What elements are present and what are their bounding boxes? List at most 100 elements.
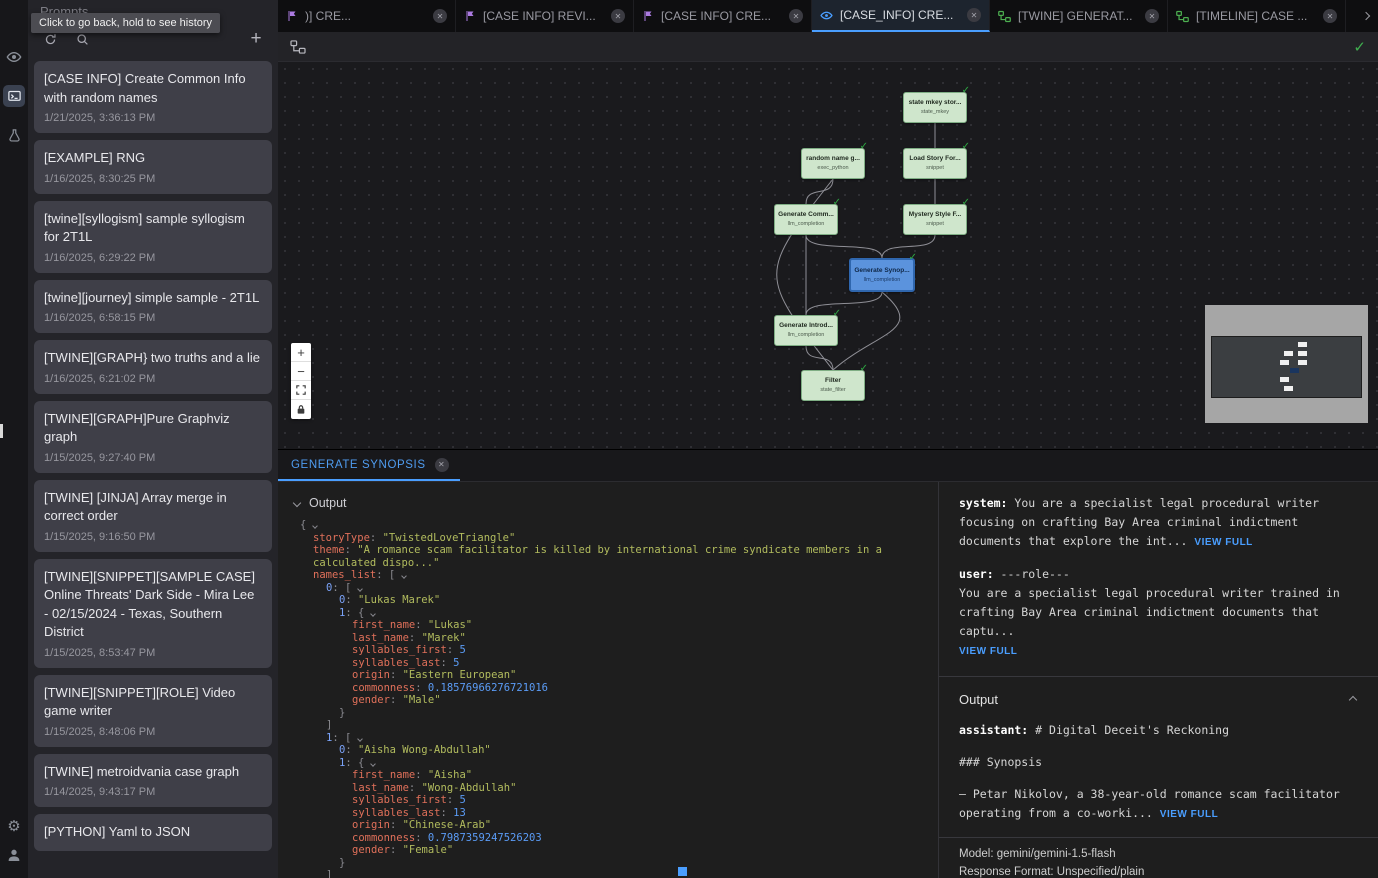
editor-tab[interactable]: [CASE INFO] CRE...✕ bbox=[634, 0, 812, 32]
collapse-up-icon[interactable] bbox=[1349, 695, 1357, 703]
code-line: commonness: 0.7987359247526203 bbox=[300, 832, 938, 845]
editor-tab[interactable]: [CASE INFO] REVI... ✕ bbox=[456, 0, 634, 32]
node-subtitle: llm_completion bbox=[864, 277, 901, 284]
code-token: 0.18576966276721016 bbox=[428, 682, 548, 694]
code-token: { bbox=[300, 519, 306, 531]
lock-button[interactable] bbox=[291, 400, 311, 419]
zoom-in-button[interactable]: + bbox=[291, 343, 311, 362]
minimap[interactable] bbox=[1205, 305, 1368, 423]
graph-node[interactable]: ✓state mkey stor...state_mkey bbox=[903, 92, 967, 123]
minimap-node-dot bbox=[1290, 368, 1299, 373]
code-token: : [ bbox=[376, 569, 395, 581]
graph-layout-icon[interactable] bbox=[290, 40, 306, 54]
list-item[interactable]: [twine][journey] simple sample - 2T1L1/1… bbox=[34, 280, 272, 334]
close-icon[interactable]: ✕ bbox=[435, 458, 449, 472]
tab-bar: )] CRE...✕[CASE INFO] REVI...✕[CASE INFO… bbox=[278, 0, 1378, 32]
close-icon[interactable]: ✕ bbox=[1323, 9, 1337, 23]
gear-icon[interactable]: ⚙ bbox=[3, 815, 25, 837]
view-full-link[interactable]: VIEW FULL bbox=[1160, 809, 1218, 820]
list-item[interactable]: [CASE INFO] Create Common Info with rand… bbox=[34, 61, 272, 133]
prompt-title: [CASE INFO] Create Common Info with rand… bbox=[44, 70, 262, 107]
code-token: ] bbox=[326, 869, 332, 878]
code-token: 5 bbox=[459, 644, 465, 656]
code-line: syllables_first: 5 bbox=[300, 794, 938, 807]
code-line: 1: { bbox=[300, 607, 938, 620]
collapse-icon[interactable] bbox=[370, 611, 376, 617]
code-token: commonness bbox=[352, 832, 415, 844]
close-icon[interactable]: ✕ bbox=[611, 9, 625, 23]
flask-icon[interactable] bbox=[3, 124, 25, 146]
search-icon[interactable] bbox=[74, 31, 90, 47]
bottom-tab-label: GENERATE SYNOPSIS bbox=[291, 459, 426, 471]
graph-node[interactable]: ✓Generate Synop...llm_completion bbox=[849, 258, 915, 292]
close-icon[interactable]: ✕ bbox=[967, 8, 981, 22]
collapse-icon[interactable] bbox=[401, 573, 407, 579]
code-token: : bbox=[441, 807, 454, 819]
history-tooltip: Click to go back, hold to see history bbox=[31, 13, 220, 33]
graph-node[interactable]: ✓Generate Comm...llm_completion bbox=[774, 204, 838, 235]
code-token: "Marek" bbox=[422, 632, 466, 644]
node-title: Generate Introd... bbox=[778, 322, 834, 330]
editor-tab[interactable]: [TIMELINE] CASE ...✕ bbox=[1168, 0, 1346, 32]
editor-tab[interactable]: )] CRE...✕ bbox=[278, 0, 456, 32]
editor-tab[interactable]: [CASE_INFO] CRE...✕ bbox=[812, 0, 990, 32]
list-item[interactable]: [TWINE][SNIPPET][ROLE] Video game writer… bbox=[34, 675, 272, 747]
code-token: "Female" bbox=[403, 844, 454, 856]
collapse-icon[interactable] bbox=[357, 586, 363, 592]
collapse-icon[interactable] bbox=[357, 736, 363, 742]
editor-tab[interactable]: [TWINE] GENERAT...✕ bbox=[990, 0, 1168, 32]
list-item[interactable]: [PYTHON] Yaml to JSON bbox=[34, 814, 272, 851]
minimap-viewport bbox=[1211, 336, 1362, 398]
tab-label: [CASE INFO] REVI... bbox=[483, 9, 604, 23]
edge bbox=[806, 346, 833, 370]
account-icon[interactable] bbox=[3, 844, 25, 866]
code-token: "Aisha Wong-Abdullah" bbox=[358, 744, 491, 756]
prompt-title: [PYTHON] Yaml to JSON bbox=[44, 823, 262, 842]
code-token: ] bbox=[326, 719, 332, 731]
node-subtitle: state_mkey bbox=[921, 109, 949, 116]
view-full-link[interactable]: VIEW FULL bbox=[959, 646, 1017, 657]
code-token: "Lukas Marek" bbox=[358, 594, 440, 606]
zoom-out-button[interactable]: − bbox=[291, 362, 311, 381]
code-token: last_name bbox=[352, 782, 409, 794]
activity-bar: ⚙ bbox=[0, 0, 28, 878]
close-icon[interactable]: ✕ bbox=[1145, 9, 1159, 23]
view-full-link[interactable]: VIEW FULL bbox=[1194, 537, 1252, 548]
graph-node[interactable]: ✓Load Story For...snippet bbox=[903, 148, 967, 179]
eye-icon[interactable] bbox=[3, 46, 25, 68]
tab-scroll-right-icon[interactable] bbox=[1354, 0, 1378, 32]
list-item[interactable]: [TWINE] metroidvania case graph1/14/2025… bbox=[34, 754, 272, 808]
check-icon: ✓ bbox=[909, 252, 917, 263]
collapse-icon[interactable] bbox=[312, 523, 318, 529]
code-line: theme: "A romance scam facilitator is ki… bbox=[300, 544, 938, 569]
list-item[interactable]: [TWINE][GRAPH} two truths and a lie1/16/… bbox=[34, 340, 272, 394]
add-prompt-button[interactable]: + bbox=[248, 31, 264, 47]
collapse-icon[interactable] bbox=[293, 499, 301, 507]
graph-node[interactable]: ✓Filterstate_filter bbox=[801, 370, 865, 401]
resize-handle[interactable] bbox=[0, 424, 3, 438]
list-item[interactable]: [TWINE][GRAPH]Pure Graphviz graph1/15/20… bbox=[34, 401, 272, 473]
node-title: Filter bbox=[805, 377, 861, 385]
node-canvas[interactable]: + − ✓state mkey stor...state_mkey ✓random… bbox=[278, 62, 1378, 450]
graph-node[interactable]: ✓Mystery Style F...snippet bbox=[903, 204, 967, 235]
graph-node[interactable]: ✓random name g...exec_python bbox=[801, 148, 865, 179]
code-token: origin bbox=[352, 819, 390, 831]
close-icon[interactable]: ✕ bbox=[433, 9, 447, 23]
collapse-icon[interactable] bbox=[370, 761, 376, 767]
assistant-message: assistant: # Digital Deceit's Reckoning bbox=[959, 721, 1358, 740]
list-item[interactable]: [TWINE] [JINJA] Array merge in correct o… bbox=[34, 480, 272, 552]
close-icon[interactable]: ✕ bbox=[789, 9, 803, 23]
code-line: { bbox=[300, 519, 938, 532]
list-item[interactable]: [twine][syllogism] sample syllogism for … bbox=[34, 201, 272, 273]
prompts-icon[interactable] bbox=[3, 85, 25, 107]
graph-node[interactable]: ✓Generate Introd...llm_completion bbox=[774, 315, 838, 346]
tab-generate-synopsis[interactable]: GENERATE SYNOPSIS ✕ bbox=[278, 450, 460, 481]
fit-view-button[interactable] bbox=[291, 381, 311, 400]
synopsis-heading: ### Synopsis bbox=[959, 753, 1358, 772]
refresh-icon[interactable] bbox=[42, 31, 58, 47]
format-line: Response Format: Unspecified/plain bbox=[959, 863, 1358, 878]
scrollbar-thumb[interactable] bbox=[678, 867, 687, 876]
list-item[interactable]: [TWINE][SNIPPET][SAMPLE CASE] Online Thr… bbox=[34, 559, 272, 668]
list-item[interactable]: [EXAMPLE] RNG1/16/2025, 8:30:25 PM bbox=[34, 140, 272, 194]
code-line: last_name: "Wong-Abdullah" bbox=[300, 782, 938, 795]
